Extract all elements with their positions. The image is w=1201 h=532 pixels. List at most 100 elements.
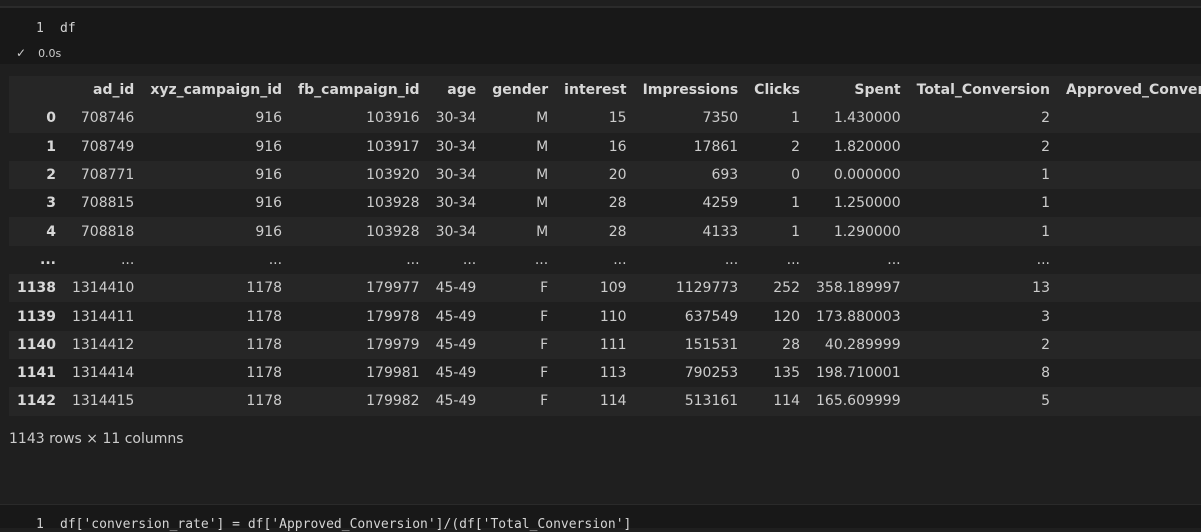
table-cell: 1.820000 (808, 132, 909, 161)
row-index: 1 (9, 132, 64, 161)
table-cell: 111 (556, 330, 635, 359)
row-index: 1138 (9, 274, 64, 303)
table-cell: ... (142, 245, 291, 275)
table-cell: 103920 (290, 160, 428, 190)
table-cell: ... (427, 245, 485, 275)
table-cell: 1314414 (63, 358, 143, 388)
row-index: 4 (9, 217, 64, 246)
table-cell: M (484, 217, 557, 246)
table-row: 370881591610392830-34M28425911.25000010 (9, 189, 1201, 218)
code-editor[interactable]: df (60, 21, 76, 36)
code-editor[interactable]: df['conversion_rate'] = df['Approved_Con… (60, 517, 631, 532)
table-cell: 5 (908, 387, 1058, 416)
table-cell: ... (808, 245, 909, 275)
table-row: 170874991610391730-34M161786121.82000020 (9, 132, 1201, 161)
check-icon: ✓ (16, 46, 27, 60)
table-cell: 0 (1057, 160, 1201, 190)
table-cell: 110 (556, 302, 635, 331)
code-cell[interactable]: 1 df ✓ 0.0s (0, 7, 1201, 64)
table-cell: 1 (746, 189, 808, 218)
table-cell: 2 (908, 330, 1058, 359)
table-cell: 16 (556, 132, 635, 161)
table-cell: 358.189997 (808, 274, 909, 303)
table-cell: 103928 (290, 217, 428, 246)
table-cell: 916 (142, 132, 291, 161)
next-code-cell[interactable]: 1 df['conversion_rate'] = df['Approved_C… (0, 504, 1201, 532)
table-cell: M (484, 132, 557, 161)
table-cell: 45-49 (427, 387, 485, 416)
table-cell: 252 (746, 274, 808, 303)
table-cell: 637549 (634, 302, 747, 331)
table-cell: 135 (746, 358, 808, 388)
table-cell: 28 (746, 330, 808, 359)
column-header: Clicks (746, 76, 808, 105)
table-cell: 45-49 (427, 330, 485, 359)
table-cell: 916 (142, 160, 291, 190)
table-cell: F (484, 330, 557, 359)
table-cell: 0 (1057, 132, 1201, 161)
table-cell: 179981 (290, 358, 428, 388)
table-cell: 17861 (634, 132, 747, 161)
table-cell: 708746 (63, 104, 143, 133)
table-cell: 0 (746, 160, 808, 190)
table-cell: 2 (746, 132, 808, 161)
table-cell: ... (556, 245, 635, 275)
column-header: Approved_Conversion (1057, 76, 1201, 105)
table-cell: ... (634, 245, 747, 275)
table-cell: 2 (908, 132, 1058, 161)
table-cell: 28 (556, 189, 635, 218)
table-cell: 1314411 (63, 302, 143, 331)
table-cell: M (484, 189, 557, 218)
row-index: ... (9, 245, 64, 275)
table-cell: 15 (556, 104, 635, 133)
table-row: 070874691610391630-34M15735011.43000021 (9, 104, 1201, 133)
table-cell: 30-34 (427, 217, 485, 246)
table-cell: 1314410 (63, 274, 143, 303)
table-cell: ... (908, 245, 1058, 275)
execution-time: 0.0s (38, 46, 62, 60)
dataframe-shape: 1143 rows × 11 columns (9, 431, 184, 447)
column-header: ad_id (63, 76, 143, 105)
previous-cell-edge (0, 0, 1201, 7)
table-row: 1140 1314412 1178 179979 45-49 F 111 151531 28 40… (9, 330, 1201, 359)
column-header: xyz_campaign_id (142, 76, 291, 105)
table-cell: 1129773 (634, 274, 747, 303)
execution-status: ✓ 0.0s (16, 46, 61, 60)
table-cell: 916 (142, 217, 291, 246)
column-header: Impressions (634, 76, 747, 105)
table-cell: M (484, 104, 557, 133)
table-cell: M (484, 160, 557, 190)
table-cell: 4259 (634, 189, 747, 218)
table-cell: 1.430000 (808, 104, 909, 133)
table-cell: F (484, 302, 557, 331)
table-cell: 4133 (634, 217, 747, 246)
table-cell: 179978 (290, 302, 428, 331)
table-cell: 151531 (634, 330, 747, 359)
column-header (9, 76, 64, 105)
row-index: 2 (9, 160, 64, 190)
table-cell: 7350 (634, 104, 747, 133)
row-index: 1142 (9, 387, 64, 416)
table-cell: 1.290000 (808, 217, 909, 246)
table-cell: 45-49 (427, 302, 485, 331)
table-cell: 2 (908, 104, 1058, 133)
column-header: gender (484, 76, 557, 105)
table-cell: 2 (1057, 387, 1201, 416)
table-cell: 179982 (290, 387, 428, 416)
table-cell: 103916 (290, 104, 428, 133)
dataframe-table: ad_id xyz_campaign_id fb_campaign_id age gen… (9, 76, 1201, 416)
table-cell: 1314412 (63, 330, 143, 359)
table-cell: F (484, 358, 557, 388)
table-cell: 708749 (63, 132, 143, 161)
column-header: fb_campaign_id (290, 76, 428, 105)
table-cell: 1178 (142, 302, 291, 331)
table-cell: 916 (142, 104, 291, 133)
column-header: Total_Conversion (908, 76, 1058, 105)
row-index: 1141 (9, 358, 64, 388)
table-cell: 20 (556, 160, 635, 190)
table-cell: 2 (1057, 274, 1201, 303)
table-cell: 114 (746, 387, 808, 416)
table-header-row: ad_id xyz_campaign_id fb_campaign_id age gen… (9, 76, 1201, 105)
table-cell: 1 (908, 189, 1058, 218)
table-cell: 1178 (142, 274, 291, 303)
